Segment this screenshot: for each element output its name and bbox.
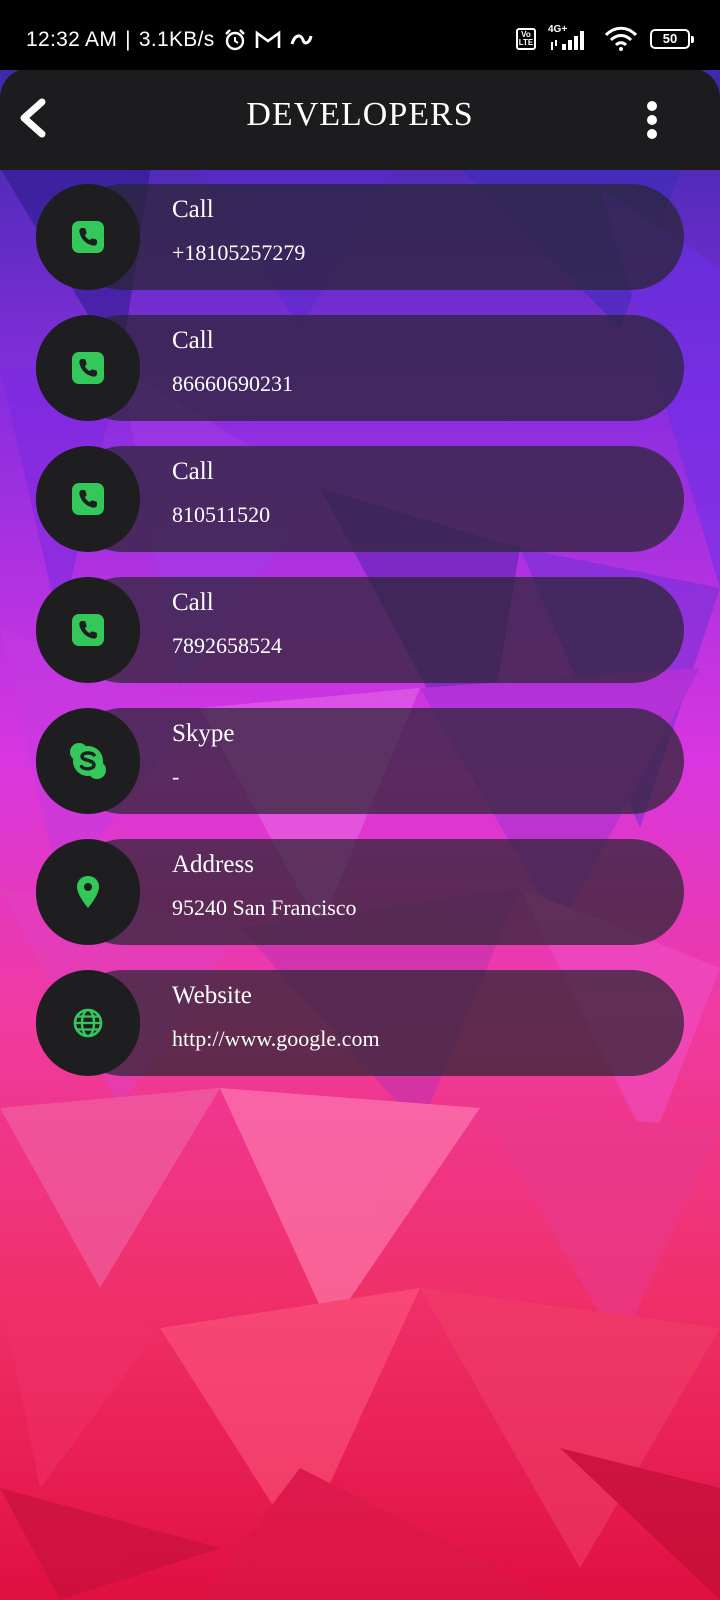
- skype-icon: [70, 743, 106, 779]
- app-notification-icon: [290, 34, 313, 45]
- contact-item-call[interactable]: Call 810511520: [36, 446, 684, 552]
- contact-item-website[interactable]: Website http://www.google.com: [36, 970, 684, 1076]
- contact-value: 810511520: [172, 502, 271, 527]
- phone-icon: [72, 483, 104, 515]
- status-bar: 12:32 AM | 3.1KB/s Vo LTE 4G+ 50: [0, 0, 720, 70]
- wifi-icon: [604, 26, 638, 51]
- status-speed: 3.1KB/s: [138, 28, 215, 51]
- volte-icon: Vo LTE: [516, 28, 536, 50]
- contact-label: Call: [172, 196, 214, 223]
- contact-item-skype[interactable]: Skype -: [36, 708, 684, 814]
- more-vertical-icon: [647, 101, 657, 139]
- contact-icon-badge: [36, 446, 140, 552]
- phone-icon: [72, 221, 104, 253]
- contact-value: 86660690231: [172, 371, 293, 396]
- page-title: DEVELOPERS: [246, 96, 474, 133]
- contact-label: Call: [172, 589, 214, 616]
- contact-item-background: [70, 184, 684, 290]
- contact-item-background: [70, 839, 684, 945]
- contact-label: Call: [172, 458, 214, 485]
- phone-icon: [72, 614, 104, 646]
- battery-level: 50: [662, 31, 678, 46]
- contact-value: -: [172, 764, 180, 789]
- contact-value: http://www.google.com: [172, 1026, 380, 1051]
- battery-icon: 50: [650, 29, 694, 49]
- contact-label: Skype: [172, 720, 235, 747]
- more-options-button[interactable]: [642, 100, 662, 140]
- contact-icon-badge: [36, 839, 140, 945]
- contact-label: Website: [172, 982, 252, 1009]
- contact-value: 7892658524: [172, 633, 282, 658]
- contact-icon-badge: [36, 184, 140, 290]
- location-pin-icon: [77, 876, 99, 908]
- contact-label: Call: [172, 327, 214, 354]
- contact-value: 95240 San Francisco: [172, 895, 357, 920]
- phone-icon: [72, 352, 104, 384]
- contact-item-address[interactable]: Address 95240 San Francisco: [36, 839, 684, 945]
- contact-item-call[interactable]: Call 7892658524: [36, 577, 684, 683]
- contact-icon-badge: [36, 315, 140, 421]
- contact-item-background: [70, 446, 684, 552]
- contact-item-call[interactable]: Call +18105257279: [36, 184, 684, 290]
- contact-value: +18105257279: [172, 240, 306, 265]
- signal-strength-icon: 4G+: [548, 24, 592, 52]
- globe-icon: [73, 1008, 103, 1038]
- contact-label: Address: [172, 851, 254, 878]
- contact-item-background: [70, 577, 684, 683]
- contact-icon-badge: [36, 970, 140, 1076]
- contact-item-call[interactable]: Call 86660690231: [36, 315, 684, 421]
- contact-item-background: [70, 708, 684, 814]
- contact-icon-badge: [36, 577, 140, 683]
- contact-item-background: [70, 970, 684, 1076]
- alarm-icon: [224, 29, 245, 51]
- gmail-icon: [255, 30, 280, 48]
- status-time: 12:32 AM: [26, 28, 118, 51]
- contact-item-background: [70, 315, 684, 421]
- status-separator: |: [125, 28, 131, 51]
- contact-icon-badge: [36, 708, 140, 814]
- contact-list: Call +18105257279 Call 86660690231 Call …: [36, 184, 684, 1101]
